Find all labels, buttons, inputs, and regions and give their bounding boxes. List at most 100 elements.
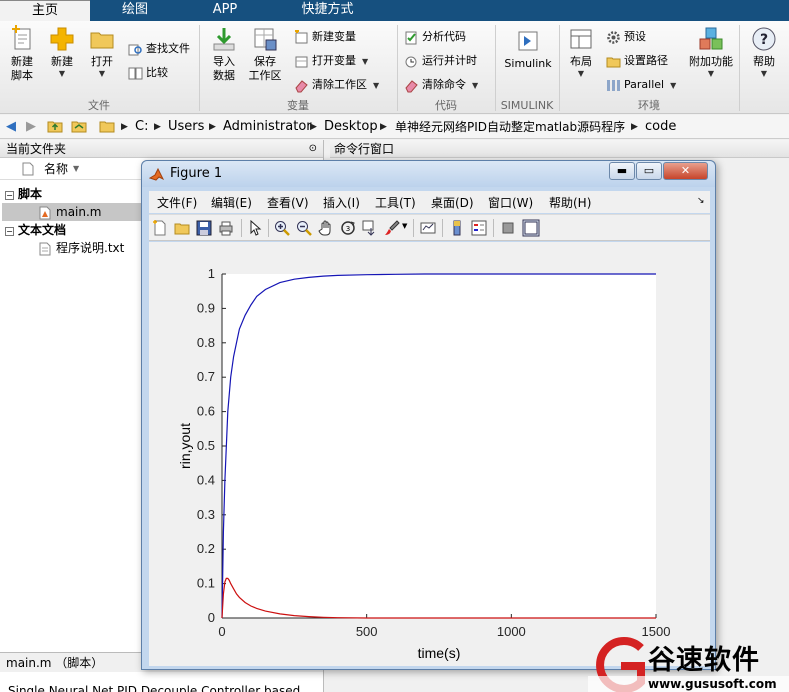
rotate-3d-icon[interactable]: 3 bbox=[340, 220, 356, 236]
plus-icon bbox=[50, 27, 74, 51]
section-variable-label: 变量 bbox=[287, 99, 309, 112]
breadcrumb-item[interactable]: C: bbox=[135, 119, 148, 135]
addons-button[interactable]: 附加功能 ▼ bbox=[686, 25, 736, 79]
matlab-script-icon bbox=[39, 206, 51, 219]
find-files-button[interactable]: 查找文件 bbox=[128, 40, 190, 58]
clear-workspace-button[interactable]: 清除工作区 ▼ bbox=[294, 76, 379, 94]
analyze-code-label: 分析代码 bbox=[422, 30, 466, 43]
help-button[interactable]: ? 帮助 ▼ bbox=[746, 25, 782, 79]
show-plot-tools-icon[interactable] bbox=[522, 219, 540, 237]
tab-plots[interactable]: 绘图 bbox=[90, 0, 180, 21]
browse-folder-icon[interactable] bbox=[70, 118, 88, 136]
hide-plot-tools-icon[interactable] bbox=[500, 220, 516, 236]
menu-help[interactable]: 帮助(H) bbox=[549, 194, 591, 211]
svg-text:3: 3 bbox=[346, 225, 350, 233]
breadcrumb-item[interactable]: Desktop bbox=[324, 119, 378, 135]
breadcrumb-item[interactable]: Administrator bbox=[223, 119, 312, 135]
open-variable-label: 打开变量 bbox=[312, 54, 356, 67]
import-icon bbox=[213, 28, 235, 51]
tree-group-scripts[interactable]: − 脚本 bbox=[5, 185, 42, 203]
find-files-label: 查找文件 bbox=[146, 42, 190, 55]
menu-tools[interactable]: 工具(T) bbox=[375, 194, 416, 211]
file-item-readme-txt[interactable]: 程序说明.txt bbox=[38, 239, 124, 257]
colorbar-icon[interactable] bbox=[449, 220, 465, 236]
chevron-down-icon: ▼ bbox=[760, 69, 768, 78]
tree-group-text-docs[interactable]: − 文本文档 bbox=[5, 221, 66, 239]
open-file-icon[interactable] bbox=[174, 220, 190, 236]
collapse-icon[interactable]: − bbox=[5, 227, 14, 236]
breadcrumb-item[interactable]: 单神经元网络PID自动整定matlab源码程序 bbox=[395, 119, 625, 135]
analyze-code-button[interactable]: 分析代码 bbox=[404, 28, 466, 46]
open-button[interactable]: 打开 ▼ bbox=[86, 25, 118, 79]
pointer-icon[interactable] bbox=[247, 220, 263, 236]
back-arrow-icon[interactable]: ◀ bbox=[2, 118, 20, 136]
chevron-down-icon: ▼ bbox=[373, 81, 380, 90]
compare-button[interactable]: 比较 bbox=[128, 64, 168, 82]
data-cursor-icon[interactable] bbox=[362, 220, 378, 236]
gear-icon bbox=[607, 30, 620, 44]
section-simulink-label: SIMULINK bbox=[500, 99, 554, 112]
forward-arrow-icon[interactable]: ▶ bbox=[22, 118, 40, 136]
save-icon[interactable] bbox=[196, 220, 212, 236]
compare-icon bbox=[128, 67, 143, 79]
file-icon bbox=[22, 162, 34, 176]
tab-home[interactable]: 主页 bbox=[0, 0, 90, 21]
x-tick-label: 1000 bbox=[497, 624, 526, 639]
line-plot: 00.10.20.30.40.50.60.70.80.91 0 500 1000 15… bbox=[177, 266, 670, 661]
print-icon[interactable] bbox=[218, 220, 234, 236]
menu-insert[interactable]: 插入(I) bbox=[323, 194, 360, 211]
figure-title-bar[interactable]: Figure 1 ▬ ▭ ✕ bbox=[142, 161, 715, 187]
chevron-down-icon: ▼ bbox=[98, 69, 106, 78]
chevron-down-icon: ▼ bbox=[707, 69, 715, 78]
link-plot-icon[interactable] bbox=[420, 220, 436, 236]
dock-arrow-icon[interactable]: ↘ bbox=[697, 196, 705, 206]
tab-apps[interactable]: APP bbox=[180, 0, 270, 21]
parallel-button[interactable]: Parallel ▼ bbox=[606, 76, 676, 94]
menu-file[interactable]: 文件(F) bbox=[157, 194, 197, 211]
breadcrumb-item[interactable]: Users bbox=[168, 119, 204, 135]
tab-shortcuts[interactable]: 快捷方式 bbox=[270, 0, 385, 21]
chevron-down-icon[interactable]: ▼ bbox=[402, 222, 407, 230]
clear-commands-button[interactable]: 清除命令 ▼ bbox=[404, 76, 478, 94]
import-data-button[interactable]: 导入 数据 bbox=[205, 25, 243, 83]
new-variable-button[interactable]: 新建变量 bbox=[294, 28, 356, 46]
analyze-code-icon bbox=[405, 31, 417, 44]
maximize-button[interactable]: ▭ bbox=[636, 162, 662, 180]
new-button[interactable]: 新建 ▼ bbox=[46, 25, 78, 79]
figure-window[interactable]: Figure 1 ▬ ▭ ✕ 文件(F) 编辑(E) 查看(V) 插入(I) 工… bbox=[141, 160, 716, 670]
up-folder-icon[interactable] bbox=[46, 118, 64, 136]
set-path-button[interactable]: 设置路径 bbox=[606, 52, 668, 70]
y-tick-label: 0.9 bbox=[197, 300, 215, 315]
toolbar-separator bbox=[268, 219, 269, 237]
minimize-button[interactable]: ▬ bbox=[609, 162, 635, 180]
new-script-button[interactable]: 新建 脚本 bbox=[4, 25, 40, 83]
zoom-in-icon[interactable] bbox=[274, 220, 290, 236]
brush-icon[interactable] bbox=[384, 220, 400, 236]
collapse-icon[interactable]: − bbox=[5, 191, 14, 200]
parallel-icon bbox=[607, 79, 620, 91]
run-and-time-button[interactable]: 运行并计时 bbox=[404, 52, 477, 70]
figure-menubar: 文件(F) 编辑(E) 查看(V) 插入(I) 工具(T) 桌面(D) 窗口(W… bbox=[149, 191, 710, 213]
preferences-button[interactable]: 预设 bbox=[606, 28, 646, 46]
parallel-label: Parallel bbox=[624, 78, 665, 91]
chevron-down-icon: ▼ bbox=[577, 69, 585, 78]
new-figure-icon[interactable] bbox=[152, 220, 168, 236]
pan-hand-icon[interactable] bbox=[318, 220, 334, 236]
legend-icon[interactable] bbox=[471, 220, 487, 236]
figure-title: Figure 1 bbox=[170, 166, 223, 181]
panel-menu-icon[interactable]: ⊙ bbox=[309, 140, 317, 158]
zoom-out-icon[interactable] bbox=[296, 220, 312, 236]
current-folder-title-bar: 当前文件夹 ⊙ bbox=[0, 140, 323, 158]
menu-edit[interactable]: 编辑(E) bbox=[211, 194, 252, 211]
breadcrumb-item[interactable]: code bbox=[645, 119, 676, 135]
close-button[interactable]: ✕ bbox=[663, 162, 708, 180]
open-variable-button[interactable]: 打开变量 ▼ bbox=[294, 52, 368, 70]
menu-desktop[interactable]: 桌面(D) bbox=[431, 194, 474, 211]
simulink-button[interactable]: Simulink bbox=[500, 27, 556, 71]
menu-view[interactable]: 查看(V) bbox=[267, 194, 309, 211]
folder-open-icon bbox=[90, 32, 114, 49]
save-workspace-button[interactable]: 保存 工作区 bbox=[245, 25, 285, 83]
run-time-icon bbox=[405, 56, 417, 67]
menu-window[interactable]: 窗口(W) bbox=[488, 194, 533, 211]
layout-button[interactable]: 布局 ▼ bbox=[565, 25, 597, 79]
